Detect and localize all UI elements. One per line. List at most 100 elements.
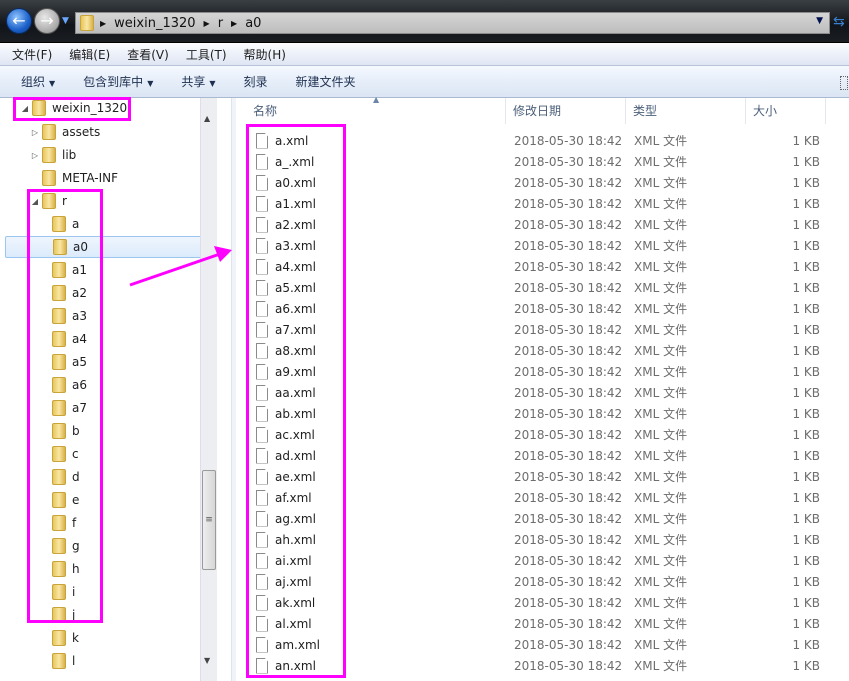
expand-toggle-icon[interactable]: ▷	[30, 151, 40, 160]
tree-item-label: l	[72, 654, 76, 668]
folder-icon	[42, 170, 56, 186]
file-date: 2018-05-30 18:42	[514, 469, 623, 484]
menu-tools[interactable]: 工具(T)	[186, 46, 227, 63]
address-bar[interactable]: ▶ weixin_1320 ▶ r ▶ a0 ▼	[75, 12, 830, 34]
tree-item-META-INF[interactable]: META-INF	[30, 167, 118, 189]
file-type: XML 文件	[634, 533, 688, 547]
toolbar-button-label: 包含到库中	[83, 75, 144, 89]
annotation-arrow	[129, 246, 232, 287]
file-type: XML 文件	[634, 323, 688, 337]
breadcrumb-a0[interactable]: a0	[245, 16, 261, 31]
file-size: 1 KB	[792, 343, 820, 358]
tree-scrollbar-thumb[interactable]: ≡	[202, 470, 216, 570]
file-type: XML 文件	[634, 407, 688, 421]
file-date: 2018-05-30 18:42	[514, 553, 623, 568]
file-type: XML 文件	[634, 491, 688, 505]
breadcrumb-separator-icon[interactable]: ▶	[204, 19, 210, 28]
breadcrumb-weixin[interactable]: weixin_1320	[114, 16, 195, 31]
file-date: 2018-05-30 18:42	[514, 322, 623, 337]
file-size: 1 KB	[792, 133, 820, 148]
breadcrumb-separator-icon[interactable]: ▶	[231, 19, 237, 28]
file-date: 2018-05-30 18:42	[514, 511, 623, 526]
menu-help[interactable]: 帮助(H)	[244, 46, 286, 63]
back-button[interactable]: ←	[6, 8, 32, 34]
menu-edit[interactable]: 编辑(E)	[69, 46, 110, 63]
file-size: 1 KB	[792, 658, 820, 673]
expand-toggle-icon[interactable]: ▷	[30, 128, 40, 137]
file-type: XML 文件	[634, 470, 688, 484]
file-size: 1 KB	[792, 175, 820, 190]
file-size: 1 KB	[792, 154, 820, 169]
file-type: XML 文件	[634, 638, 688, 652]
column-header-date[interactable]: 修改日期	[506, 98, 626, 124]
toolbar-button-2[interactable]: 共享 ▼	[181, 73, 215, 90]
tree-item-k[interactable]: k	[40, 627, 79, 649]
file-size: 1 KB	[792, 637, 820, 652]
history-dropdown-icon[interactable]: ▼	[62, 16, 69, 26]
menu-bar: 文件(F) 编辑(E) 查看(V) 工具(T) 帮助(H)	[0, 42, 849, 66]
file-type: XML 文件	[634, 155, 688, 169]
menu-view[interactable]: 查看(V)	[127, 46, 169, 63]
tree-item-assets[interactable]: ▷ assets	[30, 121, 100, 143]
file-type: XML 文件	[634, 428, 688, 442]
command-bar: 组织 ▼ 包含到库中 ▼ 共享 ▼ 刻录 新建文件夹	[0, 66, 849, 98]
file-type: XML 文件	[634, 260, 688, 274]
file-date: 2018-05-30 18:42	[514, 574, 623, 589]
file-type: XML 文件	[634, 512, 688, 526]
toolbar-button-0[interactable]: 组织 ▼	[21, 73, 55, 90]
file-date: 2018-05-30 18:42	[514, 154, 623, 169]
toolbar-button-label: 共享	[181, 75, 206, 89]
folder-icon	[42, 124, 56, 140]
file-date: 2018-05-30 18:42	[514, 259, 623, 274]
file-type: XML 文件	[634, 197, 688, 211]
scroll-up-icon[interactable]: ▲	[204, 114, 210, 123]
address-dropdown-icon[interactable]: ▼	[816, 16, 823, 26]
column-header-type[interactable]: 类型	[626, 98, 746, 124]
file-size: 1 KB	[792, 259, 820, 274]
file-size: 1 KB	[792, 385, 820, 400]
column-header-size[interactable]: 大小	[746, 98, 826, 124]
chevron-down-icon: ▼	[147, 79, 154, 88]
file-date: 2018-05-30 18:42	[514, 196, 623, 211]
file-size: 1 KB	[792, 196, 820, 211]
file-size: 1 KB	[792, 406, 820, 421]
file-type: XML 文件	[634, 659, 688, 673]
view-options-icon[interactable]	[840, 76, 848, 90]
file-date: 2018-05-30 18:42	[514, 175, 623, 190]
folder-icon	[52, 630, 66, 646]
tree-item-lib[interactable]: ▷ lib	[30, 144, 76, 166]
tree-item-l[interactable]: l	[40, 650, 75, 672]
toolbar-button-4[interactable]: 新建文件夹	[296, 73, 356, 90]
file-date: 2018-05-30 18:42	[514, 280, 623, 295]
file-date: 2018-05-30 18:42	[514, 217, 623, 232]
tree-item-label: k	[72, 631, 79, 645]
sort-ascending-icon: ▲	[373, 95, 380, 104]
file-date: 2018-05-30 18:42	[514, 448, 623, 463]
breadcrumb-r[interactable]: r	[218, 16, 223, 31]
file-size: 1 KB	[792, 427, 820, 442]
file-size: 1 KB	[792, 448, 820, 463]
file-date: 2018-05-30 18:42	[514, 406, 623, 421]
file-type: XML 文件	[634, 176, 688, 190]
forward-button[interactable]: →	[34, 8, 60, 34]
file-size: 1 KB	[792, 280, 820, 295]
file-type: XML 文件	[634, 134, 688, 148]
toolbar-button-3[interactable]: 刻录	[244, 73, 268, 90]
file-size: 1 KB	[792, 553, 820, 568]
file-size: 1 KB	[792, 364, 820, 379]
annotation-box-files	[246, 124, 346, 678]
annotation-box-r-folders	[27, 189, 103, 623]
file-type: XML 文件	[634, 239, 688, 253]
breadcrumb-separator-icon[interactable]: ▶	[100, 19, 106, 28]
file-type: XML 文件	[634, 575, 688, 589]
refresh-icon[interactable]: ⇆	[833, 14, 845, 30]
toolbar-button-1[interactable]: 包含到库中 ▼	[83, 73, 153, 90]
menu-file[interactable]: 文件(F)	[12, 46, 52, 63]
file-date: 2018-05-30 18:42	[514, 490, 623, 505]
file-date: 2018-05-30 18:42	[514, 616, 623, 631]
scroll-down-icon[interactable]: ▼	[204, 656, 210, 665]
file-type: XML 文件	[634, 386, 688, 400]
file-size: 1 KB	[792, 511, 820, 526]
tree-scrollbar[interactable]: ▲ ▼	[200, 98, 217, 681]
file-size: 1 KB	[792, 616, 820, 631]
